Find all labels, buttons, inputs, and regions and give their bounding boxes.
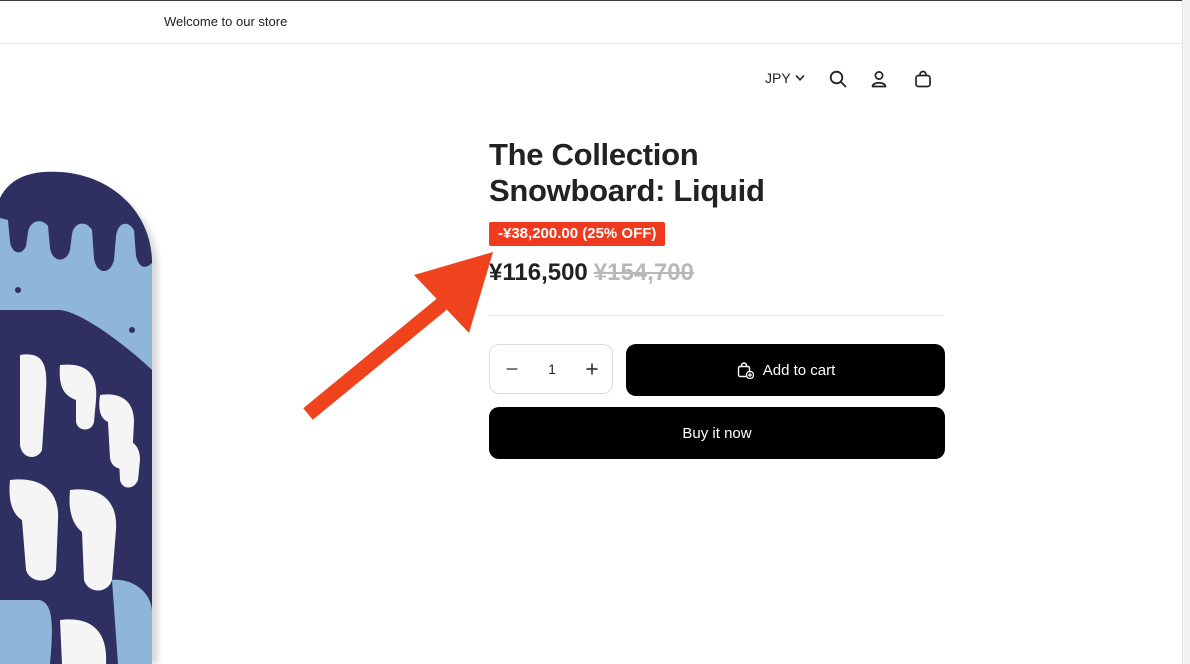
search-icon[interactable] <box>827 68 849 90</box>
product-image[interactable] <box>0 160 170 664</box>
product-title-line-1: The Collection <box>489 137 699 172</box>
quantity-stepper[interactable]: 1 <box>489 344 613 394</box>
cart-icon[interactable] <box>912 68 934 90</box>
divider <box>489 315 944 316</box>
product-title: The Collection Snowboard: Liquid <box>489 137 829 209</box>
annotation-arrow <box>303 252 493 420</box>
announcement-text: Welcome to our store <box>164 14 288 29</box>
scrollbar[interactable] <box>1182 0 1190 664</box>
add-to-cart-button[interactable]: Add to cart <box>626 344 945 396</box>
discount-badge: -¥38,200.00 (25% OFF) <box>489 222 666 246</box>
chevron-down-icon <box>795 75 804 81</box>
increase-quantity-button[interactable] <box>580 357 604 381</box>
original-price: ¥154,700 <box>593 259 694 286</box>
currency-label: JPY <box>765 70 791 86</box>
plus-icon <box>586 363 598 375</box>
bag-plus-icon <box>737 362 754 379</box>
buy-now-button[interactable]: Buy it now <box>489 407 945 459</box>
currency-selector[interactable]: JPY <box>765 70 805 86</box>
account-icon[interactable] <box>868 68 890 90</box>
quantity-input[interactable]: 1 <box>532 345 572 393</box>
add-to-cart-label: Add to cart <box>762 361 836 379</box>
price-row: ¥116,500 ¥154,700 <box>489 259 694 287</box>
decrease-quantity-button[interactable] <box>500 357 524 381</box>
product-title-line-2: Snowboard: Liquid <box>489 173 765 208</box>
current-price: ¥116,500 <box>489 259 588 286</box>
buy-now-label: Buy it now <box>682 424 752 442</box>
announcement-bar: Welcome to our store <box>0 1 1183 44</box>
minus-icon <box>506 368 518 370</box>
